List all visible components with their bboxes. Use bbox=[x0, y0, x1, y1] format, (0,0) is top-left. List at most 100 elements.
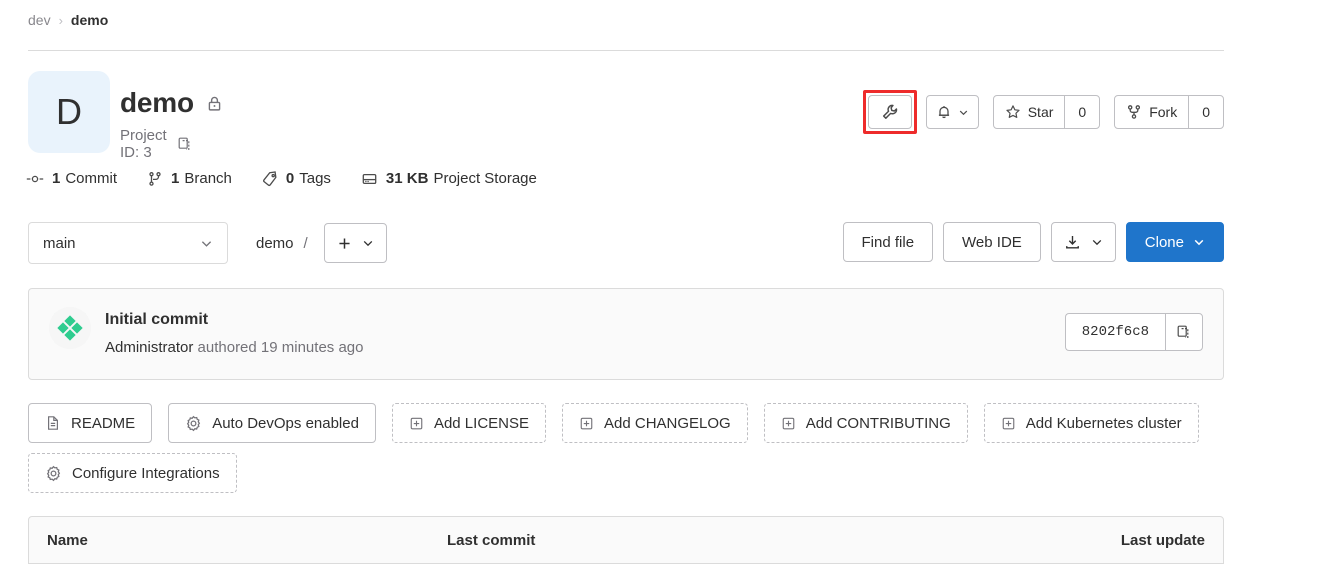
page-title: demo bbox=[120, 87, 194, 118]
chevron-down-icon bbox=[1091, 236, 1103, 248]
chevron-down-icon bbox=[1193, 236, 1205, 248]
column-header-last-commit: Last commit bbox=[447, 532, 536, 549]
commit-sha-group: 8202f6c8 bbox=[1064, 313, 1203, 351]
project-overview-page: dev › demo D demo Project ID: 3 Star 0 F… bbox=[0, 0, 1322, 564]
stat-commits-label: Commit bbox=[65, 170, 118, 187]
file-icon bbox=[45, 415, 61, 431]
bell-icon bbox=[936, 104, 952, 120]
add-license-label: Add LICENSE bbox=[433, 414, 529, 432]
header-divider bbox=[28, 50, 1224, 51]
branch-selector[interactable]: main bbox=[28, 222, 228, 264]
fork-count[interactable]: 0 bbox=[1188, 96, 1223, 128]
add-kubernetes-cluster-button[interactable]: Add Kubernetes cluster bbox=[983, 403, 1199, 443]
last-commit-card: Initial commit Administrator authored 19… bbox=[28, 288, 1224, 380]
breadcrumb: dev › demo bbox=[28, 12, 108, 28]
commit-sha[interactable]: 8202f6c8 bbox=[1064, 313, 1165, 351]
star-icon bbox=[1005, 104, 1021, 120]
add-to-repo-button[interactable] bbox=[323, 223, 387, 263]
branch-icon bbox=[147, 171, 163, 187]
star-label: Star bbox=[1027, 104, 1054, 120]
repo-path-root[interactable]: demo bbox=[256, 235, 294, 252]
copy-sha-button[interactable] bbox=[1165, 313, 1203, 351]
commit-meta: Administrator authored 19 minutes ago bbox=[105, 339, 363, 356]
column-header-last-update: Last update bbox=[1120, 532, 1205, 549]
clone-label: Clone bbox=[1144, 233, 1184, 251]
web-ide-button[interactable]: Web IDE bbox=[943, 222, 1041, 262]
plus-icon bbox=[337, 236, 352, 251]
project-actions: Star 0 Fork 0 bbox=[862, 90, 1224, 134]
commit-author[interactable]: Administrator bbox=[105, 339, 193, 356]
lock-icon bbox=[206, 95, 223, 112]
stat-tags-value: 0 bbox=[285, 170, 295, 187]
chevron-down-icon bbox=[362, 237, 374, 249]
add-contributing-button[interactable]: Add CONTRIBUTING bbox=[763, 403, 968, 443]
project-stats: 1 Commit 1 Branch 0 Tags 31 KB Project S… bbox=[26, 170, 567, 187]
auto-devops-label: Auto DevOps enabled bbox=[212, 414, 359, 432]
gear-icon bbox=[45, 465, 62, 482]
project-id-row: Project ID: 3 bbox=[120, 127, 193, 161]
repo-path-breadcrumb: demo / bbox=[256, 235, 308, 252]
add-changelog-button[interactable]: Add CHANGELOG bbox=[562, 403, 748, 443]
star-button-main[interactable]: Star bbox=[994, 96, 1065, 128]
stat-branches-label: Branch bbox=[184, 170, 232, 187]
column-header-name: Name bbox=[47, 532, 88, 549]
star-count[interactable]: 0 bbox=[1064, 96, 1099, 128]
add-license-button[interactable]: Add LICENSE bbox=[391, 403, 546, 443]
configure-integrations-label: Configure Integrations bbox=[72, 464, 220, 482]
add-contributing-label: Add CONTRIBUTING bbox=[805, 414, 951, 432]
stat-commits-value: 1 bbox=[52, 170, 61, 187]
download-icon bbox=[1064, 234, 1081, 251]
quick-actions-row-2: Configure Integrations bbox=[28, 453, 253, 493]
chevron-down-icon bbox=[200, 237, 213, 250]
star-button[interactable]: Star 0 bbox=[992, 95, 1101, 129]
project-avatar: D bbox=[28, 71, 110, 153]
project-settings-button[interactable] bbox=[867, 95, 912, 129]
repo-toolbar-right: Find file Web IDE Clone bbox=[833, 222, 1224, 262]
commit-icon bbox=[26, 171, 44, 187]
stat-tags[interactable]: 0 Tags bbox=[262, 170, 331, 187]
commit-time: authored 19 minutes ago bbox=[193, 339, 364, 356]
find-file-button[interactable]: Find file bbox=[842, 222, 934, 262]
configure-integrations-button[interactable]: Configure Integrations bbox=[28, 453, 237, 493]
readme-button[interactable]: README bbox=[28, 403, 153, 443]
repo-path-separator: / bbox=[303, 234, 308, 252]
quick-actions-row-1: README Auto DevOps enabled Add LICENSE A… bbox=[28, 403, 1215, 443]
breadcrumb-separator: › bbox=[58, 12, 63, 28]
fork-button-main[interactable]: Fork bbox=[1115, 96, 1188, 128]
repo-toolbar-left: main demo / bbox=[28, 222, 387, 264]
fork-icon bbox=[1126, 104, 1142, 120]
commit-message[interactable]: Initial commit bbox=[105, 311, 208, 329]
add-changelog-label: Add CHANGELOG bbox=[604, 414, 731, 432]
plus-square-icon bbox=[781, 416, 796, 431]
readme-label: README bbox=[71, 414, 136, 432]
stat-branches[interactable]: 1 Branch bbox=[147, 170, 232, 187]
files-table-header: Name Last commit Last update bbox=[29, 517, 1223, 565]
commit-author-avatar bbox=[49, 307, 91, 349]
copy-icon[interactable] bbox=[177, 136, 193, 152]
branch-selector-value: main bbox=[43, 234, 76, 252]
repository-files-table: Name Last commit Last update bbox=[28, 516, 1224, 564]
stat-tags-label: Tags bbox=[299, 170, 331, 187]
storage-icon bbox=[361, 171, 378, 187]
breadcrumb-project-link[interactable]: demo bbox=[71, 12, 108, 28]
plus-square-icon bbox=[1001, 416, 1016, 431]
settings-button-highlight bbox=[862, 90, 917, 134]
clone-button[interactable]: Clone bbox=[1125, 222, 1224, 262]
project-id-label: Project ID: 3 bbox=[120, 127, 167, 161]
add-kubernetes-cluster-label: Add Kubernetes cluster bbox=[1025, 414, 1182, 432]
chevron-down-icon bbox=[958, 107, 969, 118]
stat-commits[interactable]: 1 Commit bbox=[26, 170, 117, 187]
auto-devops-button[interactable]: Auto DevOps enabled bbox=[168, 403, 376, 443]
breadcrumb-group-link[interactable]: dev bbox=[28, 12, 51, 28]
stat-storage-label: Project Storage bbox=[433, 170, 537, 187]
fork-button[interactable]: Fork 0 bbox=[1114, 95, 1224, 129]
plus-square-icon bbox=[409, 416, 424, 431]
stat-storage: 31 KB Project Storage bbox=[361, 170, 537, 187]
notifications-dropdown-button[interactable] bbox=[925, 95, 979, 129]
tag-icon bbox=[262, 170, 278, 187]
stat-storage-value: 31 KB bbox=[385, 170, 429, 187]
plus-square-icon bbox=[579, 416, 594, 431]
project-title-row: demo bbox=[120, 87, 223, 119]
download-dropdown-button[interactable] bbox=[1050, 222, 1116, 262]
stat-branches-value: 1 bbox=[171, 170, 180, 187]
